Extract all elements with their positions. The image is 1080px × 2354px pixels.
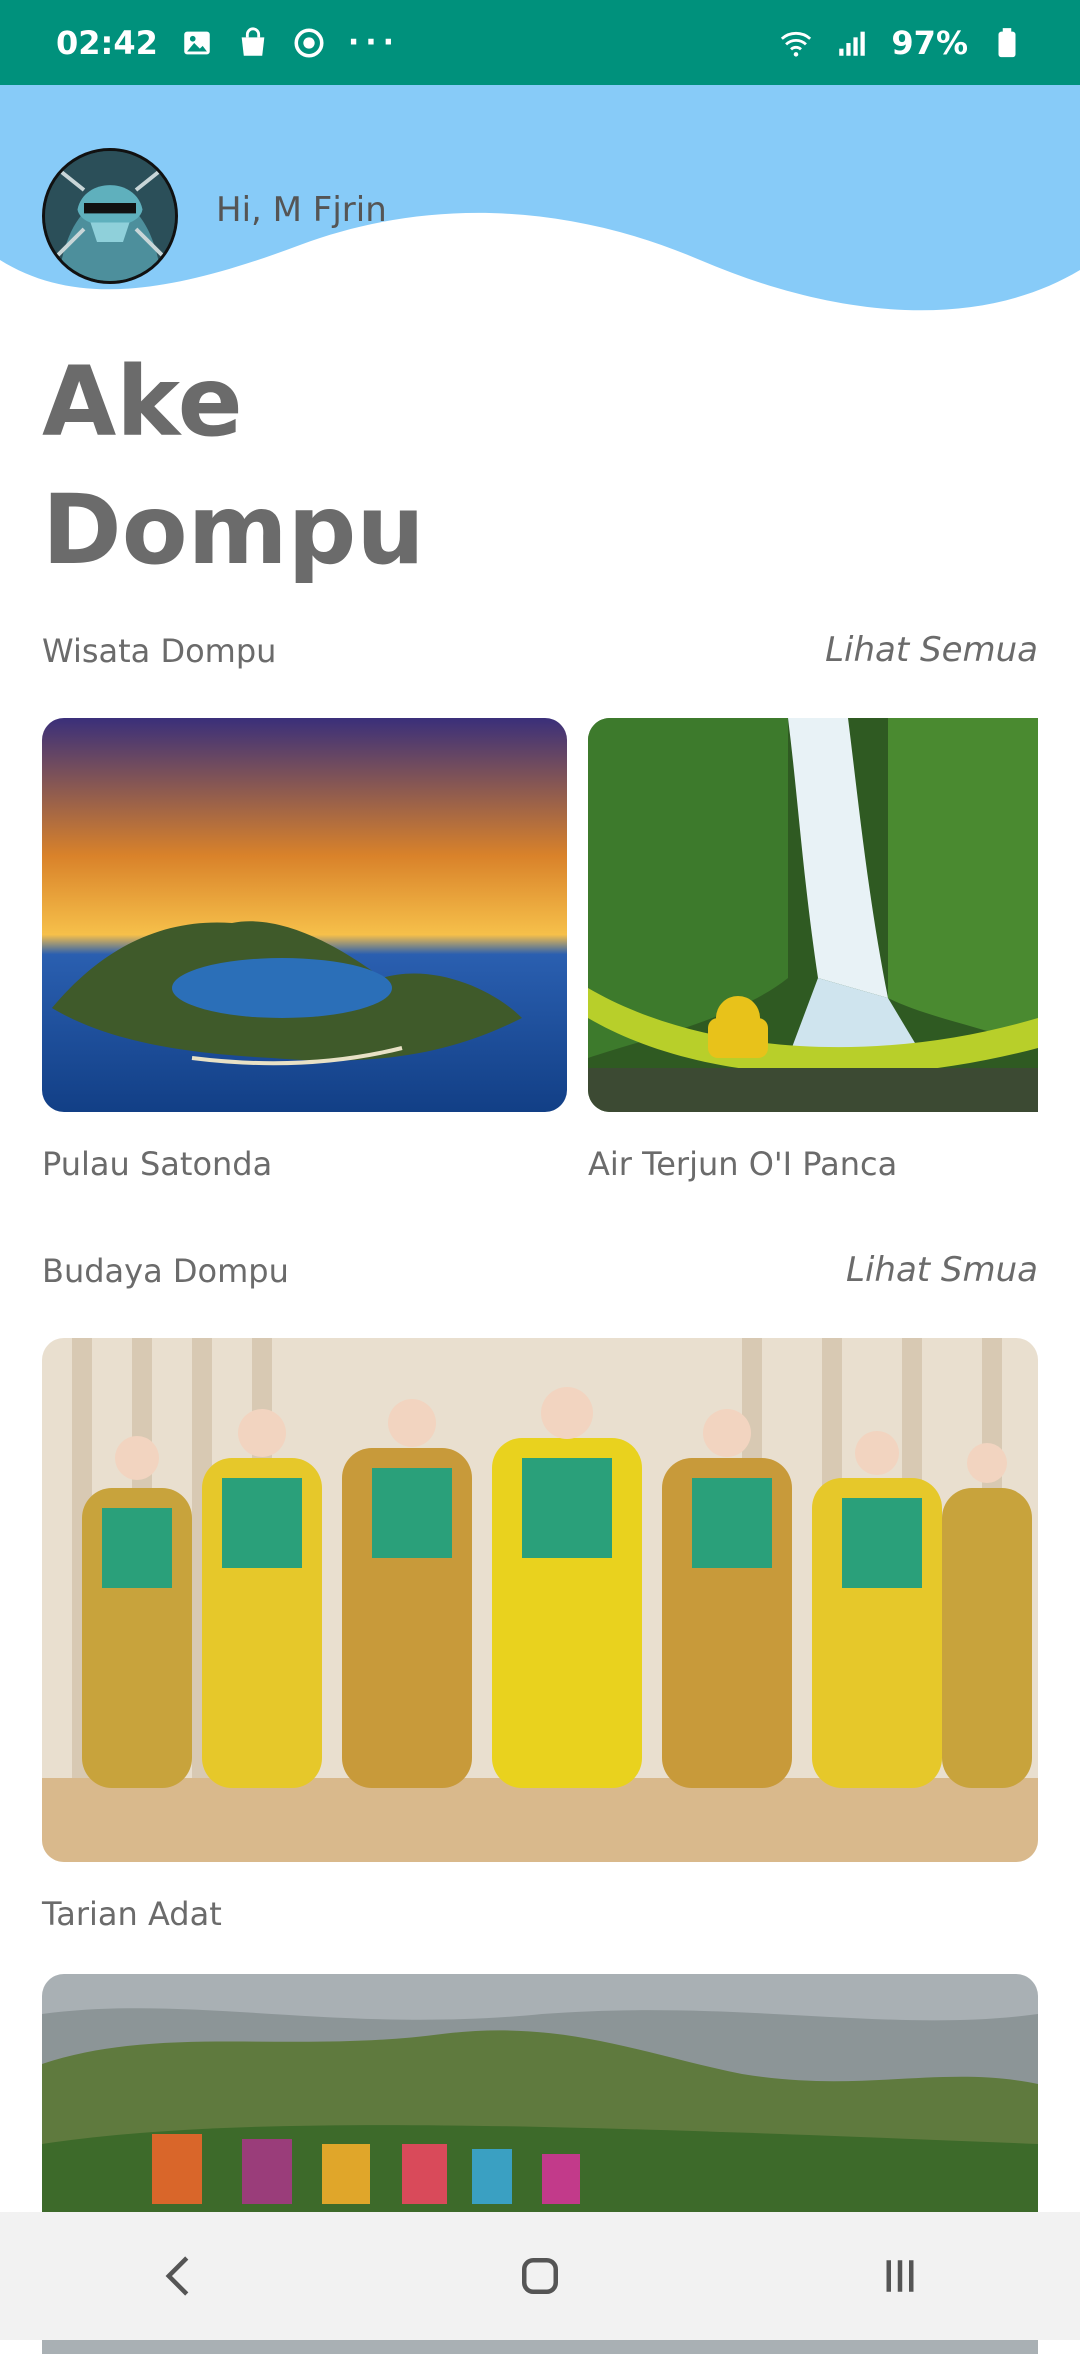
gallery-icon	[180, 26, 214, 60]
recent-apps-icon	[886, 2260, 914, 2292]
back-button[interactable]	[120, 2236, 240, 2316]
card-tarian-adat[interactable]	[42, 1338, 1038, 1862]
card-air-terjun[interactable]	[588, 718, 1038, 1112]
battery-percent: 97%	[891, 23, 968, 62]
card-caption-air-terjun: Air Terjun O'I Panca	[588, 1145, 898, 1183]
page-title: Ake Dompu	[42, 338, 642, 594]
section-title-budaya: Budaya Dompu	[42, 1252, 289, 1290]
island-image	[42, 718, 567, 1112]
status-time: 02:42	[56, 23, 158, 62]
avatar[interactable]	[42, 148, 178, 284]
card-caption-tarian-adat: Tarian Adat	[42, 1895, 222, 1933]
system-navigation-bar	[0, 2212, 1080, 2340]
home-icon	[522, 2258, 558, 2294]
see-all-budaya-button[interactable]: Lihat Smua	[846, 1250, 1038, 1290]
status-right: 97%	[779, 24, 1024, 62]
home-button[interactable]	[480, 2236, 600, 2316]
dancers-image	[42, 1338, 1038, 1862]
wifi-icon	[779, 26, 813, 60]
greeting-text: Hi, M Fjrin	[216, 190, 387, 230]
bag-icon	[236, 26, 270, 60]
more-notifications-icon: ···	[347, 25, 401, 60]
back-icon	[165, 2256, 189, 2296]
section-title-wisata: Wisata Dompu	[42, 632, 277, 670]
recent-apps-button[interactable]	[840, 2236, 960, 2316]
status-bar: 02:42 ··· 97%	[0, 0, 1080, 85]
battery-icon	[990, 26, 1024, 60]
avatar-image	[45, 151, 175, 281]
sync-icon	[292, 26, 326, 60]
card-pulau-satonda[interactable]	[42, 718, 567, 1112]
signal-icon	[835, 26, 869, 60]
see-all-wisata-button[interactable]: Lihat Semua	[825, 630, 1038, 670]
title-line-2: Dompu	[42, 474, 425, 586]
title-line-1: Ake	[42, 346, 243, 458]
waterfall-image	[588, 718, 1038, 1112]
status-left: 02:42 ···	[56, 24, 400, 62]
card-caption-pulau-satonda: Pulau Satonda	[42, 1145, 273, 1183]
